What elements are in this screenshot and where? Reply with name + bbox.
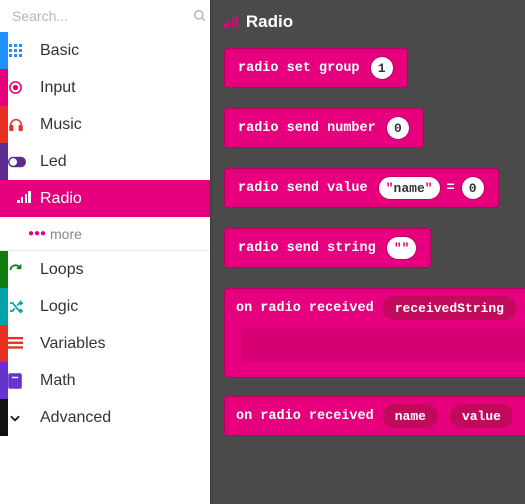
grid-icon (8, 43, 40, 59)
category-led[interactable]: Led (0, 143, 210, 180)
category-basic[interactable]: Basic (0, 32, 210, 69)
search-input[interactable] (12, 8, 193, 24)
number-input[interactable]: 0 (387, 117, 409, 139)
block-radio-send-number[interactable]: radio send number 0 (224, 108, 424, 148)
number-input[interactable]: 1 (371, 57, 393, 79)
calculator-icon (8, 373, 40, 389)
variable-pill[interactable]: value (450, 404, 513, 428)
search-icon[interactable] (193, 9, 207, 23)
category-input[interactable]: Input (0, 69, 210, 106)
category-variables[interactable]: Variables (0, 325, 210, 362)
chevron-down-icon (8, 411, 40, 425)
block-body-slot[interactable] (242, 328, 525, 362)
block-text: radio send string (238, 241, 376, 256)
variable-pill[interactable]: receivedString (383, 296, 516, 320)
block-radio-send-value[interactable]: radio send value name = 0 (224, 168, 499, 208)
category-label: Basic (40, 42, 210, 60)
block-text: on radio received (236, 409, 374, 424)
block-radio-set-group[interactable]: radio set group 1 (224, 48, 408, 88)
block-text: radio send number (238, 121, 376, 136)
equals-label: = (447, 181, 455, 196)
signal-icon (8, 190, 40, 207)
variable-pill[interactable]: name (383, 404, 438, 428)
category-label: more (50, 226, 210, 242)
refresh-icon (8, 262, 40, 277)
category-math[interactable]: Math (0, 362, 210, 399)
category-loops[interactable]: Loops (0, 251, 210, 288)
block-text: radio send value (238, 181, 368, 196)
block-flyout: Radio radio set group 1 radio send numbe… (210, 0, 525, 504)
category-logic[interactable]: Logic (0, 288, 210, 325)
signal-icon (224, 12, 238, 32)
number-input[interactable]: 0 (462, 177, 484, 199)
toggle-icon (8, 156, 40, 168)
category-label: Loops (40, 261, 210, 279)
flyout-title-row: Radio (224, 12, 513, 32)
flyout-title: Radio (246, 12, 293, 32)
block-on-radio-received-string[interactable]: on radio received receivedString (224, 288, 525, 378)
block-radio-send-string[interactable]: radio send string (224, 228, 431, 268)
category-radio[interactable]: Radio (0, 180, 210, 217)
block-text: radio set group (238, 61, 360, 76)
category-label: Math (40, 372, 210, 390)
string-input[interactable] (387, 237, 417, 259)
category-label: Radio (40, 190, 210, 208)
category-label: Led (40, 153, 210, 171)
search-row (0, 0, 210, 32)
category-radio-more[interactable]: ●●● more (0, 217, 210, 251)
block-text: on radio received (236, 301, 374, 316)
block-on-radio-received-name-value[interactable]: on radio received name value (224, 396, 525, 436)
ellipsis-icon: ●●● (24, 228, 50, 239)
category-label: Logic (40, 298, 210, 316)
category-label: Music (40, 116, 210, 134)
list-icon (8, 336, 40, 351)
category-label: Input (40, 79, 210, 97)
category-music[interactable]: Music (0, 106, 210, 143)
toolbox-sidebar: Basic Input Music Led Radio ●●● more (0, 0, 210, 504)
shuffle-icon (8, 299, 40, 315)
headphones-icon (8, 117, 40, 133)
target-icon (8, 80, 40, 95)
category-label: Variables (40, 335, 210, 353)
category-label: Advanced (40, 409, 210, 427)
category-advanced[interactable]: Advanced (0, 399, 210, 436)
string-input[interactable]: name (379, 177, 440, 199)
